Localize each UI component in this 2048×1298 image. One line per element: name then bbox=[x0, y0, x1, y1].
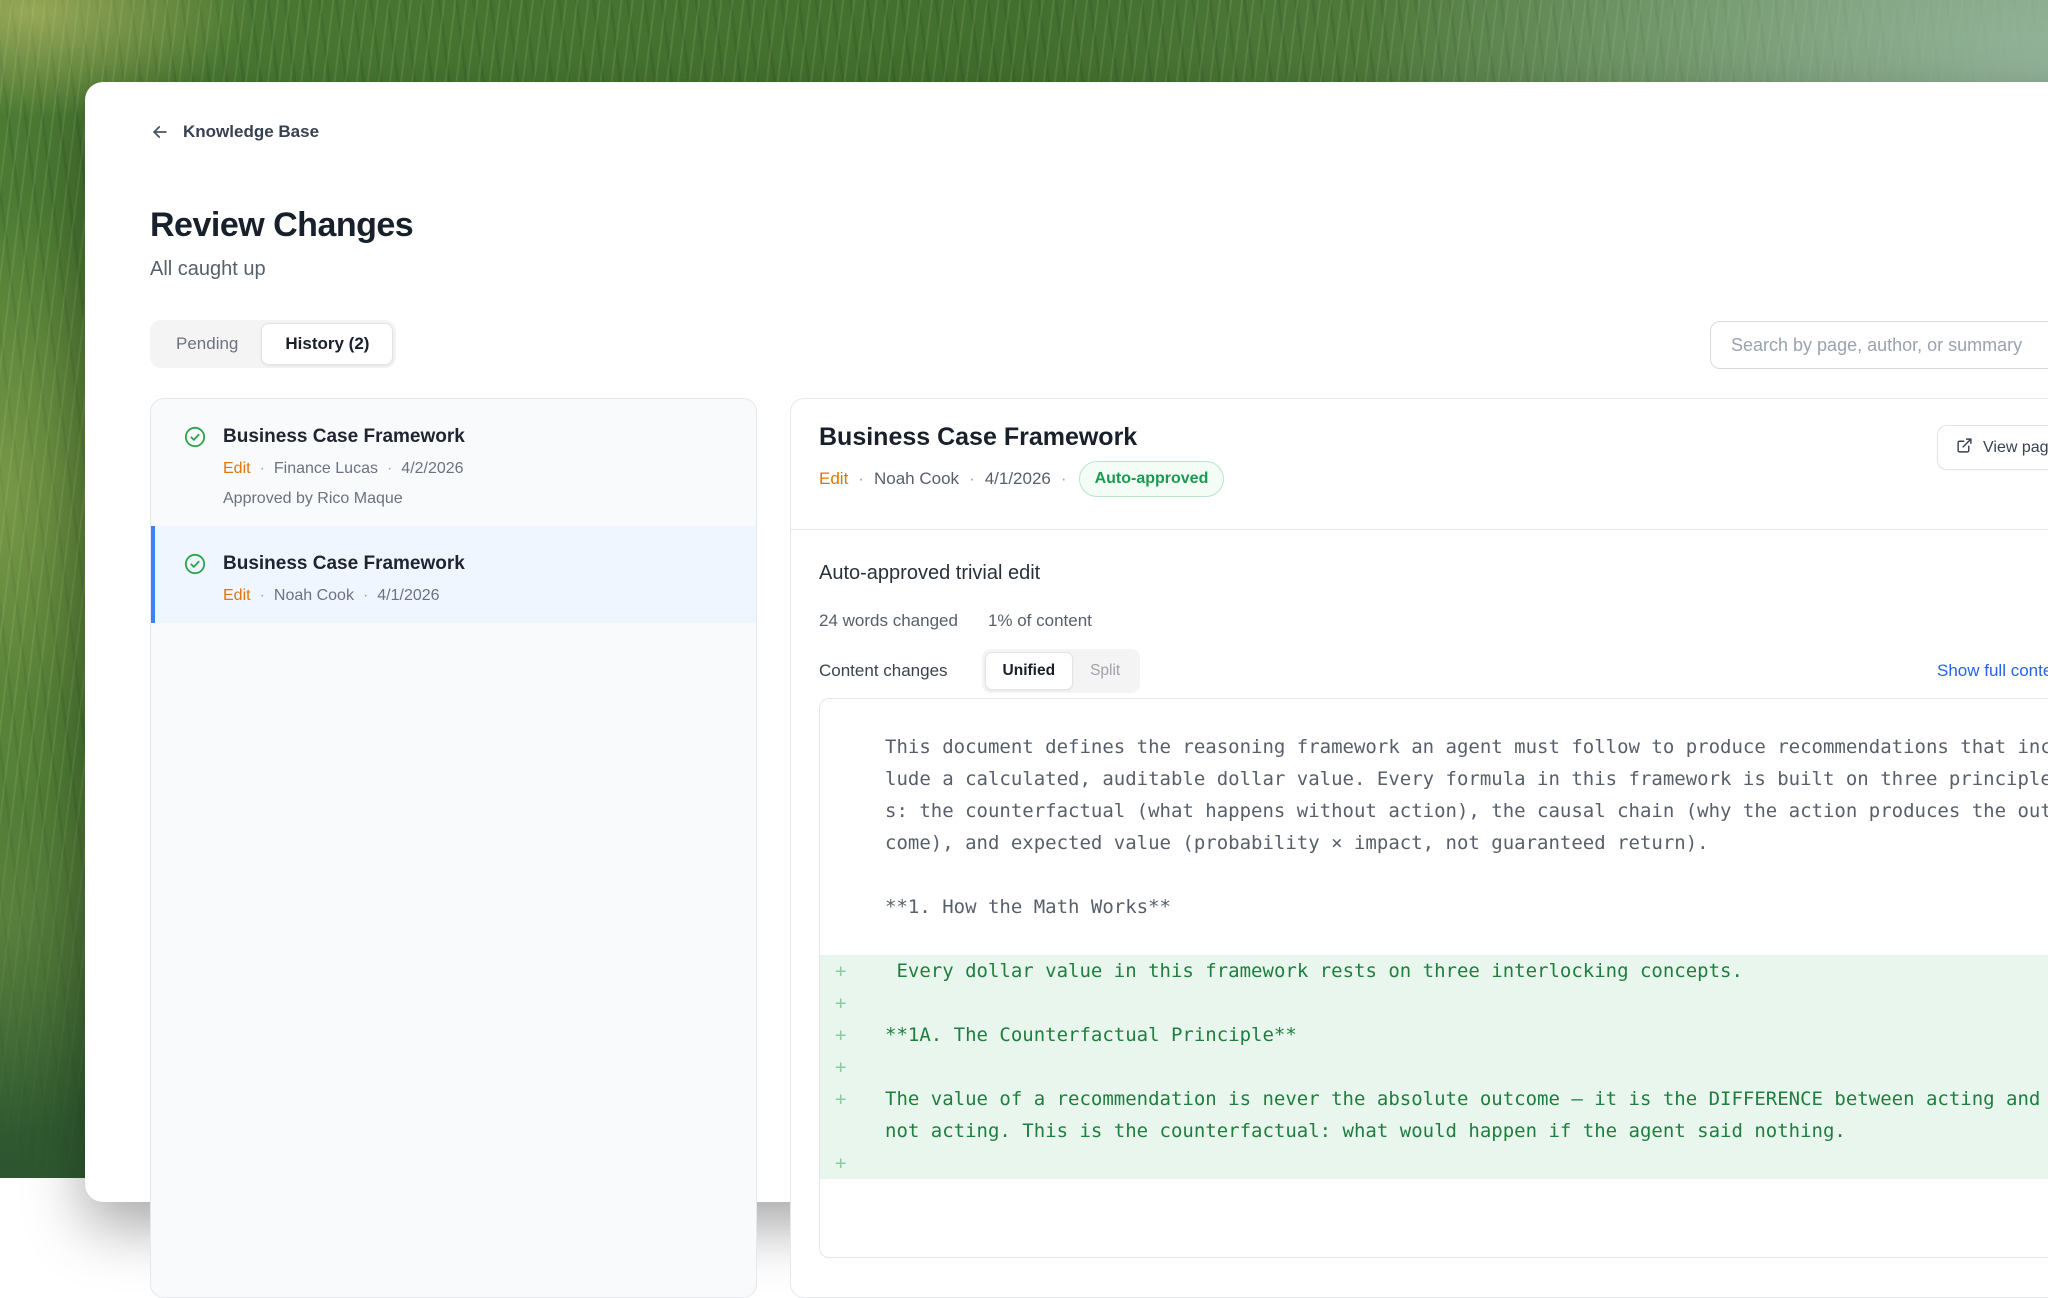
diff-context-line bbox=[820, 923, 2048, 955]
change-list-panel: Business Case Framework Edit · Finance Luca… bbox=[150, 398, 757, 1298]
search-input[interactable] bbox=[1710, 321, 2048, 369]
change-list-item[interactable]: Business Case Framework Edit · Finance Luca… bbox=[151, 399, 756, 526]
detail-meta: Edit · Noah Cook · 4/1/2026 · Auto-appro… bbox=[819, 461, 1224, 497]
diff-line-text: **1A. The Counterfactual Principle** bbox=[885, 1024, 1297, 1046]
list-item-title: Business Case Framework bbox=[223, 552, 465, 576]
diff-added-line: + Every dollar value in this framework r… bbox=[820, 955, 2048, 987]
diff-plus-marker: + bbox=[835, 1083, 846, 1115]
approval-note: Approved by Rico Maque bbox=[223, 490, 465, 508]
diff-context-line: **1. How the Math Works** bbox=[820, 891, 2048, 923]
page-subtitle: All caught up bbox=[150, 258, 266, 281]
change-author: Finance Lucas bbox=[274, 460, 378, 478]
diff-plus-marker: + bbox=[835, 987, 846, 1019]
diff-added-line: + bbox=[820, 1147, 2048, 1179]
list-item-body: Business Case Framework Edit · Noah Cook · 4/… bbox=[223, 552, 465, 605]
list-item-content: Business Case Framework Edit · Noah Cook · 4/… bbox=[184, 552, 732, 605]
review-changes-window: Knowledge Base Review Changes All caught… bbox=[85, 82, 2048, 1202]
change-summary: Auto-approved trivial edit bbox=[819, 562, 1040, 585]
change-type: Edit bbox=[223, 587, 251, 605]
diff-line-text: This document defines the reasoning fram… bbox=[885, 736, 2048, 854]
meta-separator: · bbox=[387, 460, 392, 478]
diff-line-text: Every dollar value in this framework res… bbox=[885, 960, 1743, 982]
back-label: Knowledge Base bbox=[183, 122, 319, 142]
tab-bar: Pending History (2) bbox=[150, 320, 396, 368]
show-full-content-link[interactable]: Show full content bbox=[1937, 649, 2048, 693]
tab-pending[interactable]: Pending bbox=[153, 323, 261, 365]
meta-separator: · bbox=[260, 587, 265, 605]
diff-context-line bbox=[820, 859, 2048, 891]
split-view-button[interactable]: Split bbox=[1073, 652, 1137, 690]
page-title: Review Changes bbox=[150, 206, 413, 245]
detail-page-title: Business Case Framework bbox=[819, 423, 1137, 452]
diff-added-line: + bbox=[820, 987, 2048, 1019]
change-type: Edit bbox=[223, 460, 251, 478]
meta-separator: · bbox=[858, 469, 864, 489]
back-arrow-icon bbox=[150, 122, 170, 142]
diff-added-line: + **1A. The Counterfactual Principle** bbox=[820, 1019, 2048, 1051]
approved-check-icon bbox=[184, 553, 206, 605]
diff-view-toggle: Unified Split bbox=[982, 649, 1141, 693]
list-item-content: Business Case Framework Edit · Finance Luca… bbox=[184, 425, 732, 508]
diff-plus-marker: + bbox=[835, 1019, 846, 1051]
diff-viewer: This document defines the reasoning fram… bbox=[819, 698, 2048, 1258]
diff-added-line: + bbox=[820, 1051, 2048, 1083]
diff-context-line: This document defines the reasoning fram… bbox=[820, 731, 2048, 859]
meta-separator: · bbox=[260, 460, 265, 478]
meta-separator: · bbox=[1061, 469, 1067, 489]
content-changes-row: Content changes Unified Split Show full … bbox=[819, 649, 1140, 693]
change-author: Noah Cook bbox=[874, 469, 959, 489]
view-page-label: View page bbox=[1983, 439, 2048, 457]
external-link-icon bbox=[1956, 437, 1973, 459]
content-changes-label: Content changes bbox=[819, 661, 948, 681]
auto-approved-badge: Auto-approved bbox=[1079, 461, 1225, 497]
words-changed-stat: 24 words changed bbox=[819, 611, 958, 631]
view-page-button[interactable]: View page bbox=[1937, 425, 2048, 470]
change-detail-panel: Business Case Framework Edit · Noah Cook… bbox=[790, 398, 2048, 1298]
change-date: 4/1/2026 bbox=[377, 587, 439, 605]
approved-check-icon bbox=[184, 426, 206, 508]
list-item-body: Business Case Framework Edit · Finance Luca… bbox=[223, 425, 465, 508]
change-list-item[interactable]: Business Case Framework Edit · Noah Cook · 4/… bbox=[151, 526, 756, 623]
list-item-meta: Edit · Finance Lucas · 4/2/2026 bbox=[223, 460, 465, 478]
list-item-title: Business Case Framework bbox=[223, 425, 465, 449]
change-type: Edit bbox=[819, 469, 848, 489]
meta-separator: · bbox=[969, 469, 975, 489]
diff-line-text: The value of a recommendation is never t… bbox=[885, 1088, 2048, 1142]
change-date: 4/1/2026 bbox=[985, 469, 1051, 489]
diff-plus-marker: + bbox=[835, 1051, 846, 1083]
diff-plus-marker: + bbox=[835, 955, 846, 987]
change-date: 4/2/2026 bbox=[401, 460, 463, 478]
list-item-meta: Edit · Noah Cook · 4/1/2026 bbox=[223, 587, 465, 605]
diff-plus-marker: + bbox=[835, 1147, 846, 1179]
header-divider bbox=[791, 529, 2048, 530]
change-stats: 24 words changed 1% of content bbox=[819, 611, 1092, 631]
meta-separator: · bbox=[363, 587, 368, 605]
diff-line-text: **1. How the Math Works** bbox=[885, 896, 1171, 918]
diff-added-line: + The value of a recommendation is never … bbox=[820, 1083, 2048, 1147]
tab-history[interactable]: History (2) bbox=[261, 323, 393, 365]
unified-view-button[interactable]: Unified bbox=[985, 652, 1074, 690]
percent-content-stat: 1% of content bbox=[988, 611, 1092, 631]
back-link[interactable]: Knowledge Base bbox=[150, 122, 319, 142]
change-author: Noah Cook bbox=[274, 587, 354, 605]
